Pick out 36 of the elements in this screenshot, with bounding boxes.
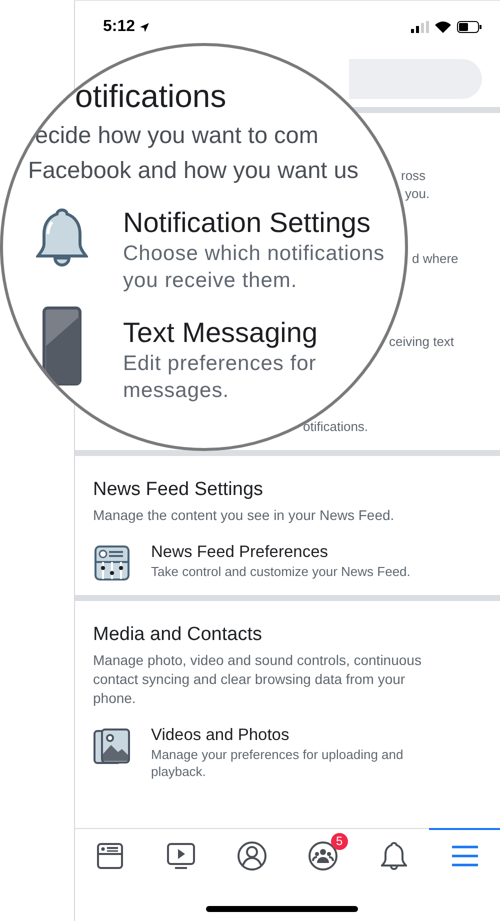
partial-text: you.: [405, 185, 430, 202]
section-description: Manage the content you see in your News Feed.: [93, 506, 396, 525]
setting-item-title[interactable]: Videos and Photos: [151, 724, 404, 746]
groups-icon: [308, 840, 338, 870]
magnified-description: Facebook and how you want us: [28, 156, 359, 185]
photos-icon: [93, 728, 131, 766]
tab[interactable]: 5: [287, 828, 358, 881]
menu-icon: [450, 844, 479, 868]
magnified-setting-title[interactable]: Text Messaging: [123, 316, 318, 350]
setting-item-description: Take control and customize your News Feed.: [151, 563, 410, 580]
video-icon: [166, 842, 196, 870]
setting-item-description: Manage your preferences for uploading and playback.: [151, 746, 404, 780]
partial-text: ross: [401, 167, 426, 184]
magnified-heading: otifications: [75, 77, 226, 116]
magnified-setting-description: Choose which notifications you receive them.: [123, 241, 385, 294]
wifi-icon: [435, 21, 451, 33]
news-feed-icon: [96, 842, 124, 870]
section-description: Manage photo, video and sound controls, continuous contact syncing and clear browsing data from your phone.: [93, 651, 422, 708]
phone-icon: [42, 306, 82, 386]
location-arrow-icon: [139, 22, 150, 32]
signal-icon: [411, 21, 429, 33]
battery-icon: [457, 21, 482, 33]
profile-icon: [237, 840, 268, 870]
partial-text: d where: [412, 250, 458, 267]
section-title: News Feed Settings: [93, 478, 264, 502]
magnified-setting-description: Edit preferences for messages.: [123, 351, 318, 404]
magnified-description: ecide how you want to com: [35, 121, 318, 150]
partial-text: ceiving text: [389, 333, 454, 350]
notification-badge: 5: [330, 832, 348, 850]
section-title: Media and Contacts: [93, 623, 263, 647]
status-time: 5:12: [103, 18, 136, 36]
partial-text: otifications.: [303, 418, 368, 435]
magnified-setting-title[interactable]: Notification Settings: [123, 206, 385, 240]
news-feed-preferences-icon: [94, 545, 130, 581]
notifications-icon: [380, 840, 407, 870]
setting-item-title[interactable]: News Feed Preferences: [151, 541, 410, 563]
